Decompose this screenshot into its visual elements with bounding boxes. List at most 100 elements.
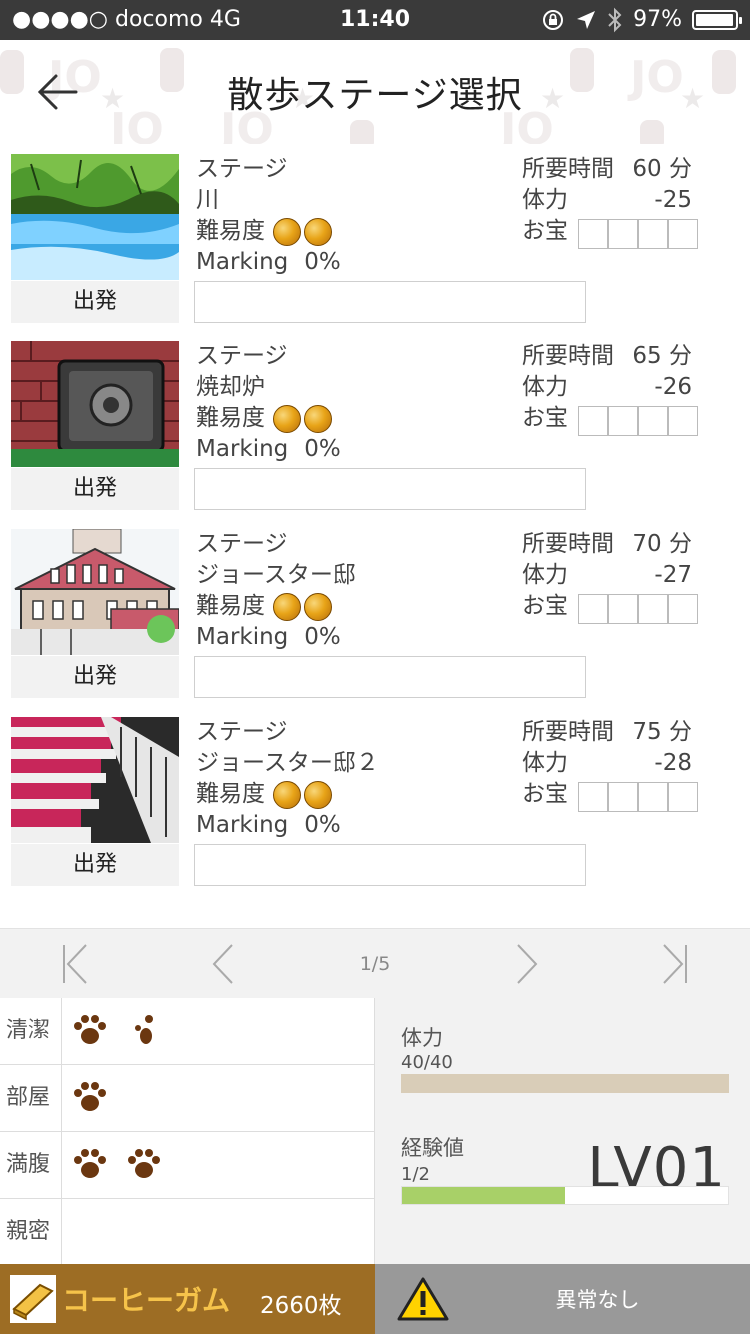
time-label: 所要時間 xyxy=(522,156,614,182)
stage-thumbnail-incinerator[interactable] xyxy=(11,341,179,467)
page-title: 散歩ステージ選択 xyxy=(227,75,523,116)
paw-icon xyxy=(74,1149,106,1178)
difficulty-coin-icon xyxy=(304,592,332,621)
treasure-slot xyxy=(668,782,698,812)
chevron-right-icon xyxy=(517,944,538,984)
treasure-slot xyxy=(608,406,638,436)
care-stats-panel: 清潔 部屋 満腹 親密 xyxy=(0,998,375,1266)
time-label: 所要時間 xyxy=(522,719,614,745)
stage-name: ジョースター邸 xyxy=(196,562,356,588)
stage-card: 出発 ステージ ジョースター邸２ 難易度 Marking 0% 所要時間 75 分… xyxy=(0,717,750,905)
depart-button[interactable]: 出発 xyxy=(11,844,179,886)
status-icons: 97% xyxy=(541,0,742,40)
marking-progress-box xyxy=(194,281,586,323)
treasure-label: お宝 xyxy=(522,781,568,807)
chevron-left-icon xyxy=(212,944,233,984)
difficulty-row: 難易度 xyxy=(196,216,341,247)
status-panel: 体力 40/40 経験値 1/2 LV01 xyxy=(375,998,750,1264)
stage-info: ステージ 焼却炉 難易度 Marking 0% xyxy=(196,341,341,465)
stamina-cost: -27 xyxy=(654,562,692,588)
treasure-label: お宝 xyxy=(522,218,568,244)
marking-label: Marking xyxy=(196,812,289,838)
time-value: 70 分 xyxy=(632,531,692,557)
difficulty-coin-icon xyxy=(273,780,301,809)
item-bar[interactable]: コーヒーガム 2660枚 xyxy=(0,1264,375,1334)
depart-button[interactable]: 出発 xyxy=(11,656,179,698)
treasure-slot xyxy=(578,594,608,624)
time-label: 所要時間 xyxy=(522,343,614,369)
last-page-button[interactable] xyxy=(654,943,694,985)
stat-row-cleanliness: 清潔 xyxy=(0,998,375,1065)
difficulty-label: 難易度 xyxy=(196,593,265,619)
time-value: 65 分 xyxy=(632,343,692,369)
treasure-label: お宝 xyxy=(522,593,568,619)
first-page-icon xyxy=(63,944,87,984)
prev-page-button[interactable] xyxy=(204,943,244,985)
stage-name: 川 xyxy=(196,187,219,213)
difficulty-coin-icon xyxy=(304,217,332,246)
stamina-label: 体力 xyxy=(522,374,568,400)
stage-name: 焼却炉 xyxy=(196,374,265,400)
stage-name: ジョースター邸２ xyxy=(196,750,379,776)
next-page-button[interactable] xyxy=(506,943,546,985)
difficulty-coin-icon xyxy=(304,404,332,433)
marking-label: Marking xyxy=(196,624,289,650)
paw-icon xyxy=(128,1149,160,1178)
battery-percent: 97% xyxy=(633,7,682,32)
treasure-slot xyxy=(638,406,668,436)
stamina-label: 体力 xyxy=(401,1026,443,1050)
depart-button[interactable]: 出発 xyxy=(11,281,179,323)
marking-value: 0% xyxy=(304,624,341,650)
treasure-slot xyxy=(578,406,608,436)
depart-button[interactable]: 出発 xyxy=(11,468,179,510)
treasure-slots xyxy=(578,219,698,249)
first-page-button[interactable] xyxy=(56,943,96,985)
gum-icon xyxy=(10,1275,56,1323)
treasure-slots xyxy=(578,782,698,812)
difficulty-coin-icon xyxy=(273,404,301,433)
difficulty-row: 難易度 xyxy=(196,591,356,622)
treasure-slot xyxy=(668,406,698,436)
treasure-slot xyxy=(638,782,668,812)
treasure-slot xyxy=(638,594,668,624)
condition-bar[interactable]: 異常なし xyxy=(375,1264,750,1334)
location-arrow-icon xyxy=(577,11,596,29)
stamina-label: 体力 xyxy=(522,187,568,213)
stat-row-fullness: 満腹 xyxy=(0,1132,375,1199)
stage-thumbnail-joestar-mansion-2[interactable] xyxy=(11,717,179,843)
stamina-bar xyxy=(401,1074,729,1093)
half-paw-icon xyxy=(135,1015,153,1044)
difficulty-coin-icon xyxy=(273,592,301,621)
stamina-value: 40/40 xyxy=(401,1052,453,1073)
paw-rating xyxy=(72,1081,108,1113)
treasure-slot xyxy=(668,219,698,249)
stage-meta: 所要時間 75 分 体力 -28 お宝 xyxy=(522,717,698,812)
stamina-cost: -25 xyxy=(654,187,692,213)
pagination-bar: 1/5 xyxy=(0,928,750,998)
treasure-slot xyxy=(608,219,638,249)
stat-label: 親密 xyxy=(0,1199,62,1265)
marking-value: 0% xyxy=(304,812,341,838)
marking-progress-box xyxy=(194,656,586,698)
gum-count: 2660枚 xyxy=(260,1293,342,1319)
treasure-slot xyxy=(578,219,608,249)
battery-icon xyxy=(692,10,742,30)
bluetooth-icon xyxy=(608,7,622,33)
difficulty-label: 難易度 xyxy=(196,218,265,244)
treasure-slot xyxy=(578,782,608,812)
stage-info: ステージ 川 難易度 Marking 0% xyxy=(196,154,341,278)
stat-row-intimacy: 親密 xyxy=(0,1199,375,1266)
stage-thumbnail-river[interactable] xyxy=(11,154,179,280)
stage-meta: 所要時間 70 分 体力 -27 お宝 xyxy=(522,529,698,624)
stage-thumbnail-joestar-mansion[interactable] xyxy=(11,529,179,655)
stat-label: 部屋 xyxy=(0,1065,62,1131)
stat-label: 満腹 xyxy=(0,1132,62,1198)
time-label: 所要時間 xyxy=(522,531,614,557)
difficulty-label: 難易度 xyxy=(196,781,265,807)
marking-value: 0% xyxy=(304,249,341,275)
marking-label: Marking xyxy=(196,249,289,275)
difficulty-row: 難易度 xyxy=(196,779,379,810)
treasure-slots xyxy=(578,594,698,624)
exp-value: 1/2 xyxy=(401,1164,430,1185)
difficulty-row: 難易度 xyxy=(196,403,341,434)
